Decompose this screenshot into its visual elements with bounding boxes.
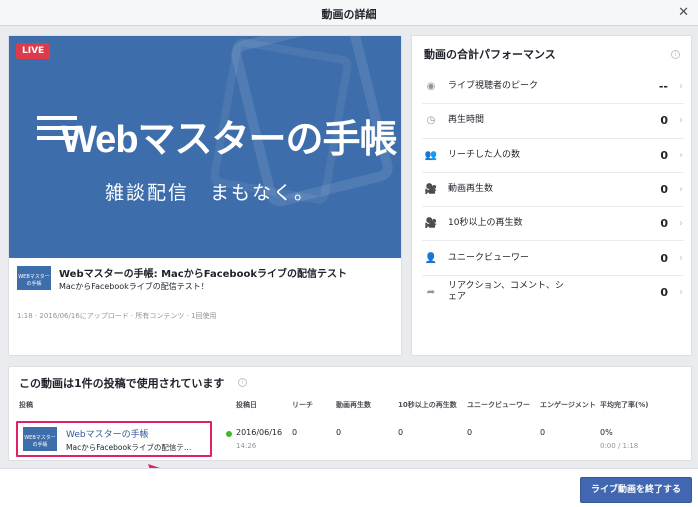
end-live-video-button[interactable]: ライブ動画を終了する [580, 477, 692, 503]
video-description: MacからFacebookライブの配信テスト！ [59, 282, 209, 291]
post-row-highlight[interactable]: WEBマスターの手帳 Webマスターの手帳 MacからFacebookライブの配… [16, 421, 212, 457]
eye-icon: ◉ [426, 80, 436, 92]
chevron-right-icon: › [679, 286, 683, 298]
posts-title: この動画は1件の投稿で使用されています [19, 377, 225, 390]
video-camera-icon: 🎥 [424, 218, 438, 230]
metric-value: 0 [660, 114, 668, 128]
metric-label: 動画再生数 [448, 184, 494, 195]
video-title: Webマスターの手帳: MacからFacebookライブの配信テスト [59, 269, 347, 280]
dialog-footer: ライブ動画を終了する [0, 468, 698, 507]
metric-value: 0 [660, 285, 668, 299]
close-icon[interactable]: ✕ [678, 5, 689, 20]
metric-label: リアクション、コメント、シェア [448, 281, 564, 303]
chevron-right-icon: › [679, 252, 683, 264]
people-icon: 👥 [424, 149, 438, 161]
metric-value: -- [658, 79, 668, 93]
metric-label: ライブ視聴者のピーク [448, 80, 539, 91]
metric-value: 0 [660, 148, 668, 162]
video-info: WEBマスターの手帳 Webマスターの手帳: MacからFacebookライブの… [17, 266, 395, 306]
post-thumbnail: WEBマスターの手帳 [23, 427, 57, 451]
post-time: 14:26 [236, 442, 257, 450]
person-icon: 👤 [424, 252, 438, 264]
chevron-right-icon: › [679, 80, 683, 92]
chevron-right-icon: › [679, 115, 683, 127]
post-reach: 0 [292, 428, 298, 437]
metric-row-watch-time[interactable]: ◷ 再生時間 0 › [422, 103, 684, 137]
metric-row-peak-viewers[interactable]: ◉ ライブ視聴者のピーク -- › [422, 69, 684, 103]
metric-label: 10秒以上の再生数 [448, 218, 523, 229]
status-dot [226, 431, 232, 437]
metric-label: リーチした人の数 [448, 149, 521, 160]
performance-card: 動画の合計パフォーマンス i ◉ ライブ視聴者のピーク -- › ◷ 再生時間 … [411, 35, 692, 356]
video-thumbnail[interactable]: LIVE Webマスターの手帳 雑談配信 まもなく。 [9, 36, 401, 258]
metric-row-10s-views[interactable]: 🎥 10秒以上の再生数 0 › [422, 206, 684, 240]
chevron-right-icon: › [679, 218, 683, 230]
column-header: 投稿日 [236, 401, 257, 409]
overlay-text: 雑談配信 まもなく。 [105, 182, 316, 204]
metric-label: 再生時間 [448, 115, 485, 126]
metric-value: 0 [660, 183, 668, 197]
metric-value: 0 [660, 251, 668, 265]
post-date: 2016/06/16 [236, 428, 283, 437]
column-header: 投稿 [19, 401, 33, 409]
post-avg-duration: 0:00 / 1:18 [600, 442, 639, 450]
post-avg-completion: 0% [600, 428, 613, 437]
share-icon: ➦ [426, 286, 436, 298]
metric-row-reach[interactable]: 👥 リーチした人の数 0 › [422, 137, 684, 172]
video-card: LIVE Webマスターの手帳 雑談配信 まもなく。 WEBマスターの手帳 We… [8, 35, 402, 356]
performance-title: 動画の合計パフォーマンス [424, 48, 556, 61]
column-header: リーチ [292, 401, 313, 409]
metric-value: 0 [660, 217, 668, 231]
video-camera-icon: 🎥 [424, 184, 438, 196]
metric-row-unique-viewers[interactable]: 👤 ユニークビューワー 0 › [422, 240, 684, 274]
chevron-right-icon: › [679, 149, 683, 161]
live-badge: LIVE [16, 43, 51, 59]
post-10s-views: 0 [398, 428, 404, 437]
info-icon[interactable]: i [671, 50, 680, 59]
column-header: 平均完了率(%) [600, 401, 649, 409]
post-unique-viewers: 0 [467, 428, 473, 437]
performance-list: ◉ ライブ視聴者のピーク -- › ◷ 再生時間 0 › 👥 リーチした人の数 … [422, 69, 684, 309]
metric-row-reactions[interactable]: ➦ リアクション、コメント、シェア 0 › [422, 274, 684, 309]
dialog-header: 動画の詳細 ✕ [0, 0, 698, 26]
video-mini-thumbnail: WEBマスターの手帳 [17, 266, 51, 290]
metric-row-views[interactable]: 🎥 動画再生数 0 › [422, 171, 684, 206]
clock-icon: ◷ [426, 115, 436, 127]
post-title-link[interactable]: Webマスターの手帳 [66, 427, 149, 440]
post-engagement: 0 [540, 428, 546, 437]
column-header: ユニークビューワー [467, 401, 530, 409]
info-icon[interactable]: i [238, 378, 247, 387]
posts-card: この動画は1件の投稿で使用されています i 投稿 投稿日 リーチ 動画再生数 1… [8, 366, 692, 461]
post-description: MacからFacebookライブの配信テ… [66, 443, 192, 452]
chevron-right-icon: › [679, 184, 683, 196]
metric-label: ユニークビューワー [448, 252, 530, 263]
column-header: 10秒以上の再生数 [398, 401, 457, 409]
post-views: 0 [336, 428, 342, 437]
dialog-title: 動画の詳細 [321, 8, 377, 21]
logo-text: Webマスターの手帳 [61, 119, 398, 161]
column-header: 動画再生数 [336, 401, 371, 409]
video-meta: 1:18 · 2016/06/16にアップロード · 所有コンテンツ · 1回使… [17, 312, 217, 320]
column-header: エンゲージメント [540, 401, 596, 409]
